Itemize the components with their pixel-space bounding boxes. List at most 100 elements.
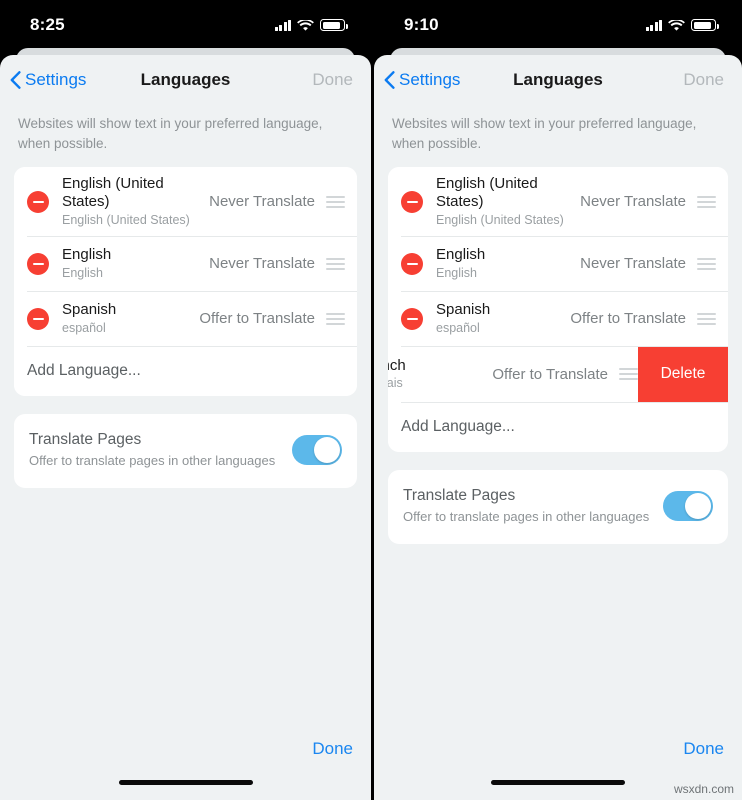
reorder-handle-icon[interactable] <box>697 310 716 328</box>
phone-screen-right: 9:10 Settings Languages Done Websites wi… <box>371 0 742 800</box>
language-primary-name: Spanish <box>62 301 117 319</box>
bottom-toolbar: Done <box>374 739 742 765</box>
translate-setting-value[interactable]: Offer to Translate <box>492 366 608 383</box>
language-native-name: English (United States) <box>62 212 190 227</box>
language-native-name: español <box>436 320 480 335</box>
language-list-card: English (United States) English (United … <box>14 167 357 397</box>
delete-button[interactable]: Delete <box>638 346 728 403</box>
phone-screen-left: 8:25 Settings Languages Done Websites wi… <box>0 0 371 800</box>
reorder-handle-icon[interactable] <box>326 255 345 273</box>
back-label: Settings <box>399 69 461 89</box>
languages-description: Websites will show text in your preferre… <box>18 116 323 151</box>
translate-setting-value[interactable]: Never Translate <box>209 255 315 272</box>
nav-done-button[interactable]: Done <box>312 70 353 90</box>
translate-pages-card: Translate Pages Offer to translate pages… <box>14 414 357 489</box>
language-names: English (United States) English (United … <box>62 175 209 228</box>
remove-circle-icon[interactable] <box>401 252 423 275</box>
translate-setting-value[interactable]: Never Translate <box>209 193 315 210</box>
table-row[interactable]: English English Never Translate <box>388 236 728 292</box>
add-language-button[interactable]: Add Language... <box>388 402 728 453</box>
status-icon-group <box>645 18 719 31</box>
remove-circle-icon[interactable] <box>27 307 49 330</box>
reorder-handle-icon[interactable] <box>326 193 345 211</box>
navigation-bar: Settings Languages Done <box>374 55 742 104</box>
language-names: English English <box>436 246 580 281</box>
language-primary-name: English (United States) <box>436 175 538 211</box>
translate-pages-card: Translate Pages Offer to translate pages… <box>388 470 728 545</box>
translate-pages-subtitle: Offer to translate pages in other langua… <box>29 453 276 469</box>
table-row[interactable]: Spanish español Offer to Translate <box>388 291 728 347</box>
swiped-row-content: French français Offer to Translate <box>388 346 638 402</box>
language-list-card: English (United States) English (United … <box>388 167 728 453</box>
navigation-bar: Settings Languages Done <box>0 55 371 104</box>
remove-circle-icon[interactable] <box>401 307 423 330</box>
language-names: Spanish español <box>62 301 199 336</box>
dual-screenshot-comparison: 8:25 Settings Languages Done Websites wi… <box>0 0 742 800</box>
done-button[interactable]: Done <box>312 739 353 759</box>
home-indicator[interactable] <box>491 780 625 785</box>
back-to-settings-button[interactable]: Settings <box>384 70 460 90</box>
chevron-left-icon <box>10 70 21 89</box>
settings-sheet: Settings Languages Done Websites will sh… <box>374 55 742 800</box>
language-native-name: français <box>388 376 403 391</box>
translate-setting-value[interactable]: Never Translate <box>580 255 686 272</box>
home-indicator-area <box>0 765 371 800</box>
back-to-settings-button[interactable]: Settings <box>10 70 86 90</box>
translate-pages-title: Translate Pages <box>403 487 516 505</box>
watermark: wsxdn.com <box>673 782 734 796</box>
language-primary-name: French <box>388 356 406 374</box>
language-names: English English <box>62 246 209 281</box>
language-names: French français <box>388 357 492 392</box>
language-primary-name: English <box>62 246 112 264</box>
table-row[interactable]: English (United States) English (United … <box>14 167 357 237</box>
status-time: 8:25 <box>30 15 65 34</box>
home-indicator-area: wsxdn.com <box>374 765 742 800</box>
language-primary-name: English <box>436 246 486 264</box>
language-native-name: English <box>436 265 477 280</box>
swiped-language-row[interactable]: French français Offer to Translate Delet… <box>388 346 728 403</box>
reorder-handle-icon[interactable] <box>697 193 716 211</box>
reorder-handle-icon[interactable] <box>697 255 716 273</box>
translate-pages-texts: Translate Pages Offer to translate pages… <box>29 430 292 470</box>
battery-icon <box>320 19 348 31</box>
language-native-name: English <box>62 265 103 280</box>
translate-setting-value[interactable]: Never Translate <box>580 193 686 210</box>
cellular-signal-icon <box>645 19 662 31</box>
language-native-name: English (United States) <box>436 212 564 227</box>
translate-pages-row: Translate Pages Offer to translate pages… <box>388 470 728 544</box>
back-label: Settings <box>25 69 87 89</box>
translate-pages-row: Translate Pages Offer to translate pages… <box>14 414 357 488</box>
table-row[interactable]: English (United States) English (United … <box>388 167 728 237</box>
battery-icon <box>691 19 719 31</box>
language-names: Spanish español <box>436 301 570 336</box>
chevron-left-icon <box>384 70 395 89</box>
translate-setting-value[interactable]: Offer to Translate <box>570 310 686 327</box>
remove-circle-icon[interactable] <box>401 190 423 213</box>
settings-sheet: Settings Languages Done Websites will sh… <box>0 55 371 800</box>
home-indicator[interactable] <box>118 780 253 785</box>
status-bar: 9:10 <box>374 0 742 50</box>
wifi-icon <box>668 18 685 31</box>
reorder-handle-icon[interactable] <box>619 365 638 383</box>
reorder-handle-icon[interactable] <box>326 310 345 328</box>
translate-pages-toggle[interactable] <box>292 435 342 466</box>
status-time: 9:10 <box>404 15 439 34</box>
done-button[interactable]: Done <box>683 739 724 759</box>
remove-circle-icon[interactable] <box>27 252 49 275</box>
translate-setting-value[interactable]: Offer to Translate <box>199 310 315 327</box>
status-bar: 8:25 <box>0 0 371 50</box>
table-row[interactable]: Spanish español Offer to Translate <box>14 291 357 347</box>
language-names: English (United States) English (United … <box>436 175 580 228</box>
cellular-signal-icon <box>274 19 291 31</box>
wifi-icon <box>297 18 314 31</box>
translate-pages-title: Translate Pages <box>29 431 142 449</box>
remove-circle-icon[interactable] <box>27 190 49 213</box>
language-native-name: español <box>62 320 106 335</box>
bottom-toolbar: Done <box>0 739 371 765</box>
add-language-button[interactable]: Add Language... <box>14 346 357 397</box>
nav-done-button[interactable]: Done <box>683 70 724 90</box>
table-row[interactable]: English English Never Translate <box>14 236 357 292</box>
translate-pages-toggle[interactable] <box>663 491 713 522</box>
status-icon-group <box>274 18 348 31</box>
